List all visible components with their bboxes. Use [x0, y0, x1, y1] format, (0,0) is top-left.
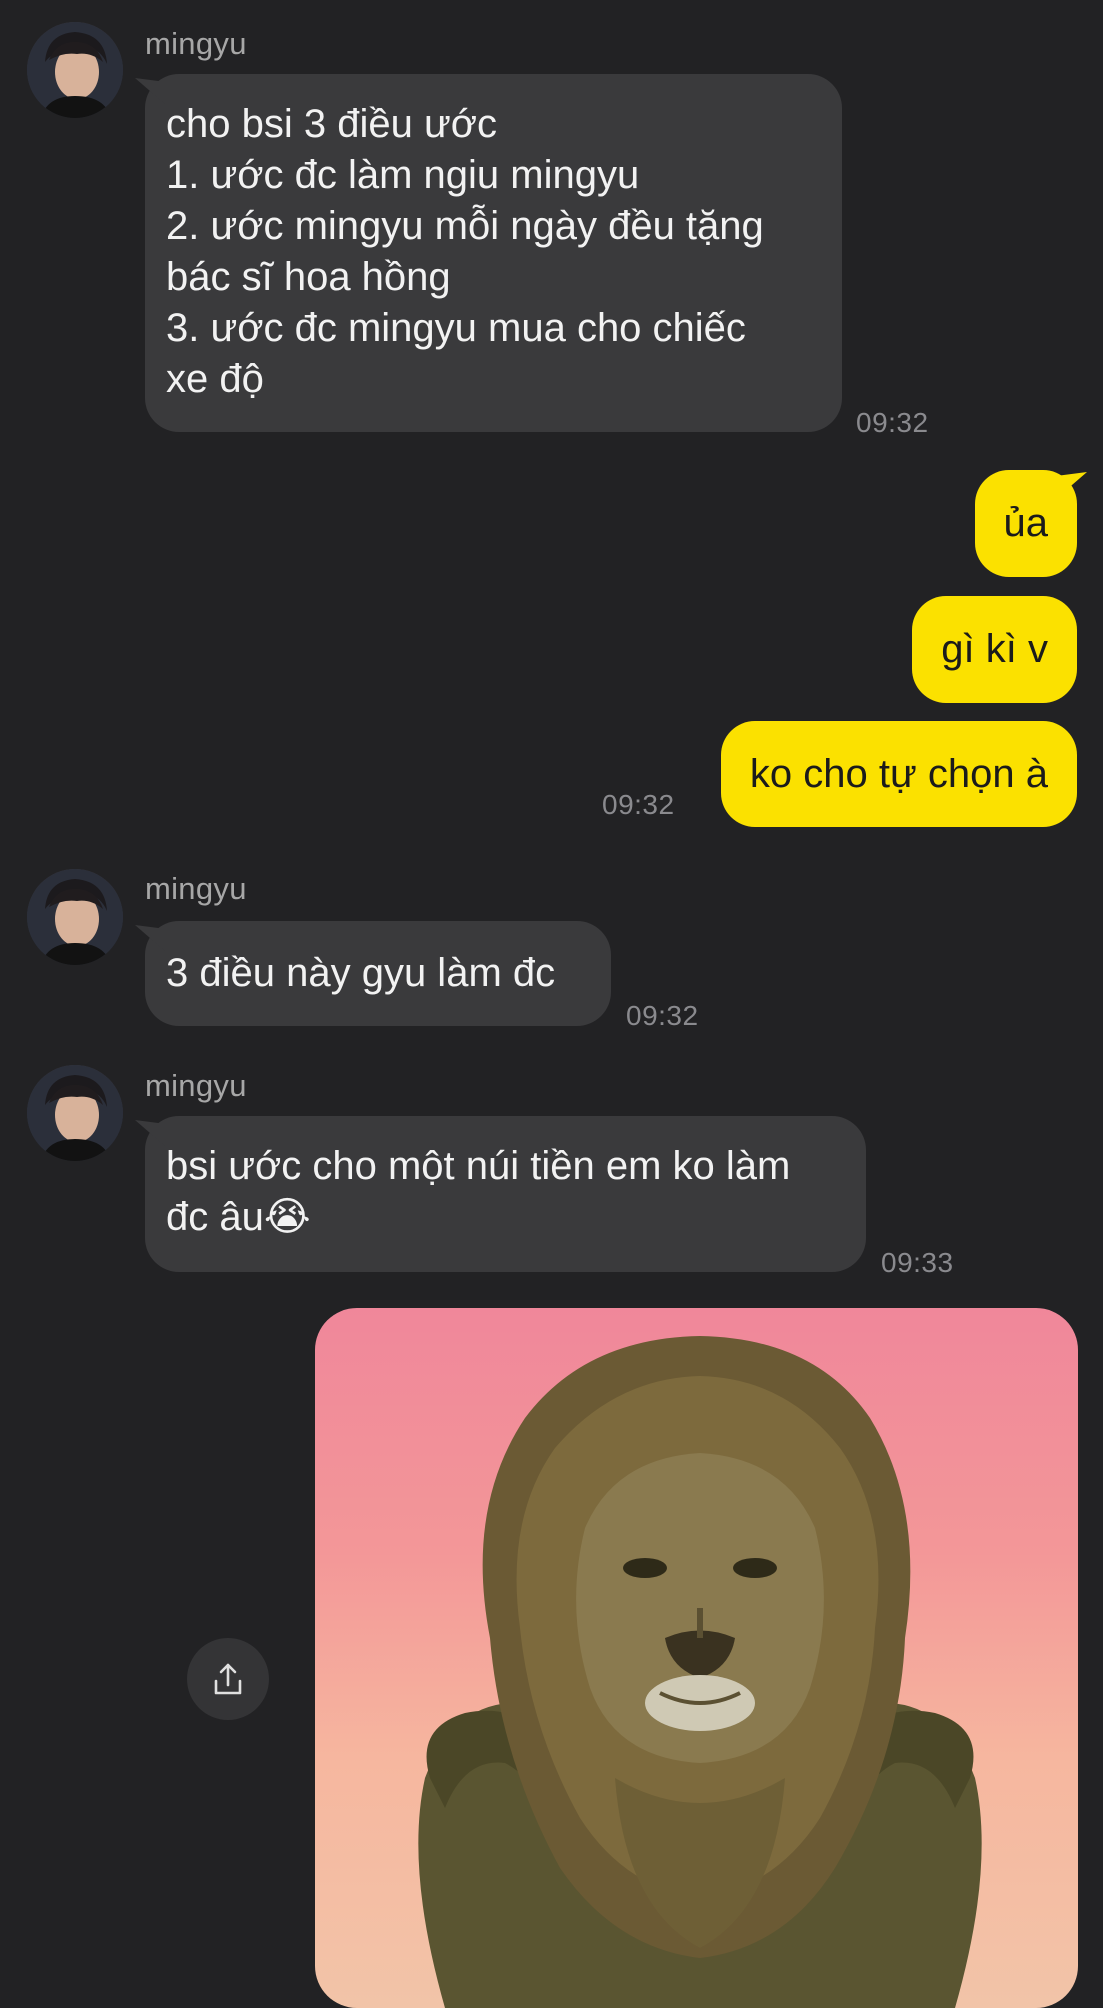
message-timestamp: 09:32	[602, 789, 675, 820]
message-text: gì kì v	[941, 627, 1048, 671]
message-bubble-incoming[interactable]: bsi ước cho một núi tiền em ko làm đc âu…	[145, 1116, 866, 1272]
message-bubble-incoming[interactable]: cho bsi 3 điều ước 1. ước đc làm ngiu mi…	[145, 74, 842, 432]
message-text: bsi ước cho một núi tiền em ko làm	[166, 1144, 791, 1188]
message-text: xe độ	[166, 357, 264, 401]
message-timestamp: 09:32	[626, 1000, 699, 1031]
lion-photo	[418, 1336, 982, 2008]
message-text: 3 điều này gyu làm đc	[166, 951, 556, 995]
message-text: 3. ước đc mingyu mua cho chiếc	[166, 306, 746, 350]
message-bubble-incoming[interactable]: 3 điều này gyu làm đc	[145, 921, 611, 1026]
message-text: cho bsi 3 điều ước	[166, 102, 497, 146]
avatar[interactable]	[27, 22, 123, 118]
message-text: 1. ước đc làm ngiu mingyu	[166, 153, 640, 197]
message-timestamp: 09:33	[881, 1247, 954, 1278]
share-icon	[214, 1663, 242, 1695]
message-text: ko cho tự chọn à	[749, 752, 1048, 796]
avatar-image	[27, 869, 123, 965]
message-text: 2. ước mingyu mỗi ngày đều tặng	[166, 204, 764, 248]
message-text: đc âu😭	[166, 1195, 311, 1239]
sender-name: mingyu	[145, 1068, 247, 1103]
message-bubble-outgoing[interactable]: ủa	[974, 470, 1077, 577]
photo-message[interactable]	[315, 1308, 1078, 2008]
sender-name: mingyu	[145, 26, 247, 61]
avatar[interactable]	[27, 1065, 123, 1161]
avatar[interactable]	[27, 869, 123, 965]
share-button[interactable]	[187, 1638, 269, 1720]
avatar-image	[27, 1065, 123, 1161]
sender-name: mingyu	[145, 871, 247, 906]
message-timestamp: 09:32	[856, 407, 929, 438]
message-text: bác sĩ hoa hồng	[166, 255, 451, 299]
message-bubble-outgoing[interactable]: gì kì v	[912, 596, 1077, 703]
avatar-image	[27, 22, 123, 118]
message-bubble-outgoing[interactable]: ko cho tự chọn à	[720, 721, 1077, 827]
message-text: ủa	[1003, 501, 1049, 545]
